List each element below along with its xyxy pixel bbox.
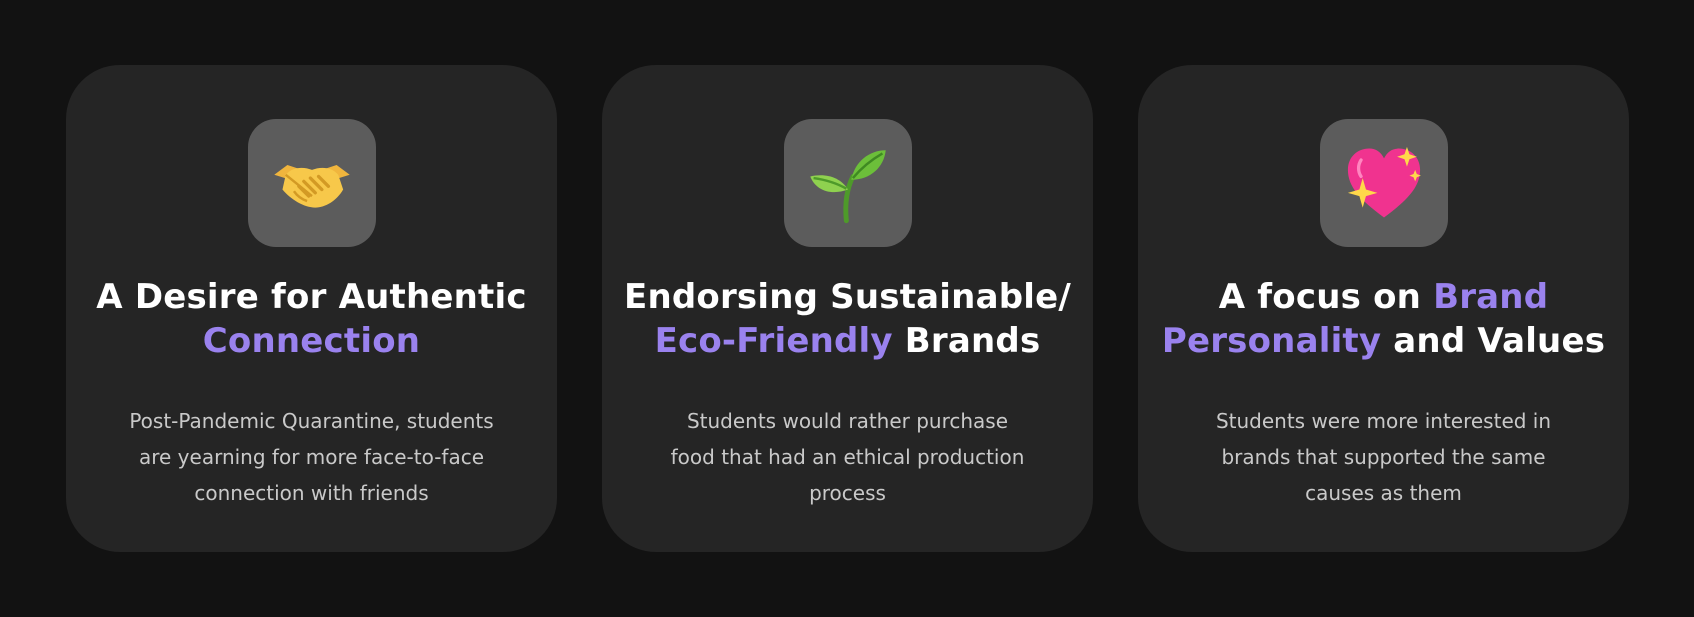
card-title-accent: Personality [1161,321,1382,361]
card-title-line: A Desire for Authentic [96,277,527,317]
card-title-accent: Eco-Friendly [654,321,893,361]
card-title-rest: Brands [892,321,1041,361]
card-sustainable-brands: Endorsing Sustainable/ Eco-Friendly Bran… [602,65,1093,552]
insight-cards: A Desire for Authentic Connection Post-P… [66,65,1629,552]
card-description-line: are yearning for more face-to-face [138,445,485,469]
card-description-line: food that had an ethical production [670,445,1025,469]
card-description-line: Students would rather purchase [686,409,1009,433]
card-description-line: Students were more interested in [1215,409,1552,433]
card-title: A focus on Brand Personality and Values [1162,275,1605,363]
card-description-line: process [809,481,886,505]
card-authentic-connection: A Desire for Authentic Connection Post-P… [66,65,557,552]
card-title-accent: Connection [202,321,421,361]
seedling-icon-tile [783,119,912,247]
card-title-line: Endorsing Sustainable/ [624,277,1071,317]
card-title-rest: and Values [1381,321,1606,361]
card-description: Students were more interested in brands … [1194,403,1574,511]
card-description: Post-Pandemic Quarantine, students are y… [122,403,502,511]
card-description-line: Post-Pandemic Quarantine, students [129,409,494,433]
card-title-plain: A focus on [1218,277,1434,317]
card-brand-personality: A focus on Brand Personality and Values … [1138,65,1629,552]
card-title: A Desire for Authentic Connection [96,275,526,363]
card-title-accent: Brand [1433,277,1549,317]
card-description-line: causes as them [1305,481,1462,505]
card-title: Endorsing Sustainable/ Eco-Friendly Bran… [624,275,1071,363]
card-description: Students would rather purchase food that… [658,403,1038,511]
sparkling-heart-icon-tile [1319,119,1448,247]
card-description-line: connection with friends [194,481,429,505]
handshake-icon-tile [247,119,376,247]
card-description-line: brands that supported the same [1221,445,1546,469]
seedling-icon [809,150,886,224]
handshake-icon [273,164,350,208]
sparkling-heart-icon [1347,146,1421,218]
